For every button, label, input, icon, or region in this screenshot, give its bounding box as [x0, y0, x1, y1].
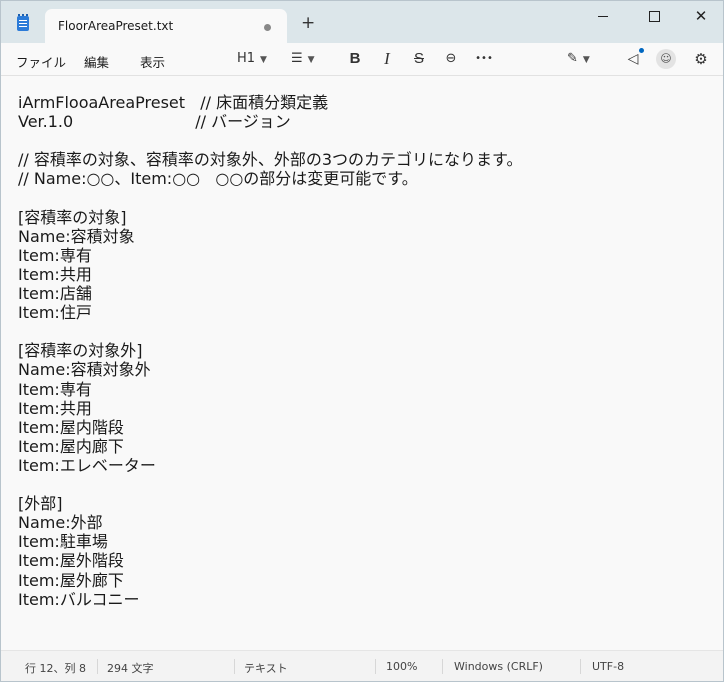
text-editor[interactable]: iArmFlooaAreaPreset // 床面積分類定義 Ver.1.0 //…	[1, 76, 723, 650]
text-line: [容積率の対象外]	[18, 341, 143, 361]
avatar[interactable]: ☺	[656, 49, 676, 69]
tab-floorareapreset[interactable]: FloorAreaPreset.txt	[45, 9, 287, 43]
chevron-down-icon: ▼	[582, 55, 590, 65]
menu-view[interactable]: 表示	[140, 52, 165, 71]
text-line: Item:エレベーター	[18, 455, 156, 475]
link-icon[interactable]: ⊖	[441, 49, 461, 69]
maximize-icon	[648, 10, 660, 22]
maximize-button[interactable]	[630, 1, 678, 33]
text-line: Name:容積対象	[18, 226, 135, 246]
cursor-position: 行 12、列 8	[25, 662, 86, 675]
text-line: // 容積率の対象、容積率の対象外、外部の3つのカテゴリになります。	[18, 150, 523, 170]
line-ending[interactable]: Windows (CRLF)	[454, 660, 543, 673]
notepad-window: FloorAreaPreset.txt + ✕ ファイル 編集 表示 H1 ▼ ☰…	[0, 0, 724, 682]
text-line: Item:駐車場	[18, 532, 108, 552]
copilot-dropdown[interactable]: ✎ ▼	[567, 49, 607, 69]
settings-gear-icon[interactable]: ⚙	[691, 49, 711, 69]
unsaved-dot-icon[interactable]	[264, 24, 271, 31]
text-line: Item:屋内廊下	[18, 436, 124, 456]
text-line: Item:屋外階段	[18, 551, 124, 571]
status-divider	[234, 659, 235, 674]
text-line: Item:屋内階段	[18, 417, 124, 437]
minimize-button[interactable]	[579, 1, 627, 33]
text-line: Item:屋外廊下	[18, 570, 124, 590]
status-divider	[442, 659, 443, 674]
text-line: [外部]	[18, 494, 63, 514]
text-line: Name:外部	[18, 513, 103, 533]
status-bar: 行 12、列 8 294 文字 テキスト 100% Windows (CRLF)…	[1, 650, 723, 681]
copilot-pen-icon: ✎	[567, 51, 578, 66]
zoom-level[interactable]: 100%	[386, 660, 417, 673]
menu-file[interactable]: ファイル	[16, 52, 66, 71]
text-line: Item:店舗	[18, 284, 92, 303]
notepad-app-icon	[17, 14, 29, 31]
text-line: Item:住戸	[18, 303, 92, 323]
text-line: Item:専有	[18, 245, 92, 265]
minimize-icon	[598, 15, 608, 17]
notification-dot	[639, 48, 644, 53]
italic-button[interactable]: I	[377, 49, 397, 69]
tab-title: FloorAreaPreset.txt	[58, 19, 174, 33]
status-divider	[375, 659, 376, 674]
list-dropdown[interactable]: ☰ ▼	[291, 49, 335, 69]
text-line: Name:容積対象外	[18, 360, 151, 380]
new-tab-button[interactable]: +	[301, 15, 315, 32]
more-options-button[interactable]: •••	[473, 49, 495, 69]
text-line: Item:バルコニー	[18, 589, 140, 609]
status-divider	[580, 659, 581, 674]
strikethrough-button[interactable]: S	[409, 49, 429, 69]
format-indicator[interactable]: テキスト	[244, 660, 288, 676]
text-line: Ver.1.0 // バージョン	[18, 112, 291, 132]
bold-button[interactable]: B	[345, 49, 365, 69]
text-line: Item:専有	[18, 379, 92, 399]
title-bar: FloorAreaPreset.txt + ✕	[1, 1, 723, 43]
text-line: [容積率の対象]	[18, 207, 127, 227]
text-line: // Name:○○、Item:○○ ○○の部分は変更可能です。	[18, 169, 418, 189]
heading-dropdown[interactable]: H1 ▼	[237, 49, 277, 69]
close-button[interactable]: ✕	[677, 1, 723, 33]
status-divider	[97, 659, 98, 674]
menu-toolbar: ファイル 編集 表示 H1 ▼ ☰ ▼ B I S ⊖ ••• ✎ ▼ ◁ ☺ ⚙	[1, 43, 723, 76]
list-icon: ☰	[291, 51, 303, 66]
text-line: iArmFlooaAreaPreset // 床面積分類定義	[18, 93, 329, 112]
character-count: 294 文字	[107, 662, 154, 675]
chevron-down-icon: ▼	[260, 55, 267, 65]
encoding[interactable]: UTF-8	[592, 660, 624, 673]
text-line: Item:共用	[18, 398, 92, 418]
heading-label: H1	[237, 51, 256, 66]
text-line: Item:共用	[18, 264, 92, 284]
menu-edit[interactable]: 編集	[84, 52, 109, 71]
chevron-down-icon: ▼	[307, 55, 315, 65]
